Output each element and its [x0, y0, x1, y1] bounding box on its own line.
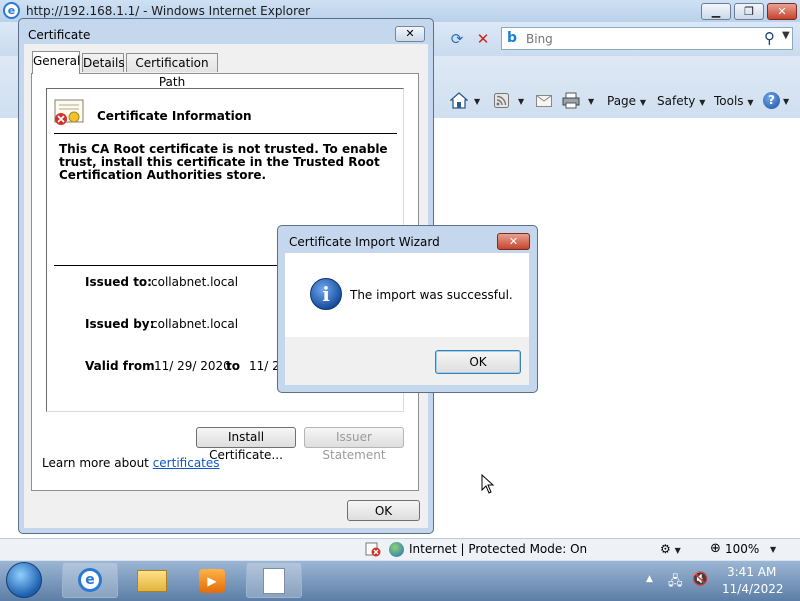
divider	[54, 133, 397, 134]
chevron-down-icon[interactable]: ▼	[474, 97, 480, 106]
help-icon[interactable]: ?	[763, 92, 780, 109]
issued-by-value: collabnet.local	[151, 317, 239, 331]
chevron-down-icon[interactable]: ▼	[518, 97, 524, 106]
issued-to-value: collabnet.local	[151, 275, 239, 289]
chevron-down-icon[interactable]: ▼	[782, 30, 790, 41]
safety-menu[interactable]: Safety ▼	[657, 92, 705, 110]
clock-date[interactable]: 11/4/2022	[722, 582, 784, 596]
issued-to-label: Issued to:	[85, 275, 152, 289]
minimize-button[interactable]: ▁	[701, 3, 731, 20]
valid-to-label: to	[226, 359, 240, 373]
clock-time[interactable]: 3:41 AM	[727, 565, 776, 579]
install-certificate-button[interactable]: Install Certificate...	[196, 427, 296, 462]
ie-logo-icon: e	[3, 2, 20, 19]
certificate-close-button[interactable]: ✕	[395, 26, 425, 42]
tab-certification-path[interactable]: Certification Path	[126, 53, 218, 89]
stop-icon[interactable]: ✕	[472, 28, 494, 50]
read-mail-icon[interactable]	[536, 95, 552, 107]
show-hidden-icons[interactable]: ▲	[646, 574, 653, 584]
issuer-statement-button: Issuer Statement	[304, 427, 404, 462]
network-icon[interactable]: 🖧	[668, 572, 683, 594]
import-wizard-title: Certificate Import Wizard	[289, 235, 440, 249]
volume-muted-icon[interactable]: 🔇	[692, 572, 708, 587]
import-wizard-close-button[interactable]: ✕	[497, 233, 530, 250]
search-icon[interactable]: ⚲	[764, 29, 775, 47]
security-zone-text: Internet | Protected Mode: On	[409, 542, 588, 556]
page-menu[interactable]: Page ▼	[607, 92, 646, 110]
search-box: b ⚲ ▼	[501, 27, 793, 50]
trust-warning-message: This CA Root certificate is not trusted.…	[59, 142, 388, 182]
ie-icon: e	[78, 568, 102, 592]
taskbar-media-player-button[interactable]: ▶	[184, 562, 240, 598]
chevron-down-icon[interactable]: ▼	[770, 545, 776, 554]
mouse-cursor-icon	[481, 474, 495, 494]
security-settings-icon[interactable]: ⚙ ▼	[660, 542, 681, 556]
taskbar-explorer-button[interactable]	[124, 562, 180, 598]
import-success-message: The import was successful.	[350, 288, 513, 302]
learn-more-text: Learn more about certificates	[42, 456, 220, 470]
certificates-link[interactable]: certificates	[153, 456, 220, 470]
valid-from-label: Valid from	[85, 359, 155, 373]
learn-more-prefix: Learn more about	[42, 456, 149, 470]
maximize-button[interactable]: ❐	[734, 3, 764, 20]
zoom-level[interactable]: 100%	[725, 542, 759, 556]
certificate-info-heading: Certificate Information	[97, 109, 252, 123]
valid-to-value: 11/ 2	[249, 359, 280, 373]
folder-icon	[137, 570, 167, 592]
information-icon: i	[310, 278, 342, 310]
window-title: http://192.168.1.1/ - Windows Internet E…	[26, 4, 311, 18]
issued-by-label: Issued by:	[85, 317, 155, 331]
certificate-dialog-title: Certificate	[28, 28, 91, 42]
print-icon[interactable]	[562, 92, 580, 109]
refresh-icon[interactable]: ⟳	[446, 28, 468, 50]
certificate-ok-button[interactable]: OK	[347, 500, 420, 521]
home-icon[interactable]	[450, 92, 468, 109]
zoom-icon: ⊕	[710, 541, 721, 556]
media-player-icon: ▶	[199, 569, 225, 593]
tab-general[interactable]: General	[32, 51, 80, 74]
feeds-icon[interactable]	[494, 93, 509, 108]
cert-error-icon	[365, 542, 381, 557]
import-wizard-ok-button[interactable]: OK	[435, 350, 521, 374]
close-window-button[interactable]: ✕	[767, 3, 797, 20]
tools-menu[interactable]: Tools ▼	[714, 92, 754, 110]
valid-from-value: 11/ 29/ 2020	[154, 359, 231, 373]
untrusted-certificate-icon	[54, 99, 84, 125]
tab-details[interactable]: Details	[82, 53, 125, 72]
taskbar-document-button[interactable]	[246, 562, 302, 598]
taskbar-ie-button[interactable]: e	[62, 562, 118, 598]
chevron-down-icon[interactable]: ▼	[783, 97, 789, 106]
search-input[interactable]	[526, 29, 746, 48]
chevron-down-icon[interactable]: ▼	[588, 97, 594, 106]
globe-icon	[389, 542, 404, 557]
document-icon	[263, 568, 285, 594]
start-button[interactable]	[6, 562, 42, 598]
bing-icon: b	[507, 30, 518, 46]
